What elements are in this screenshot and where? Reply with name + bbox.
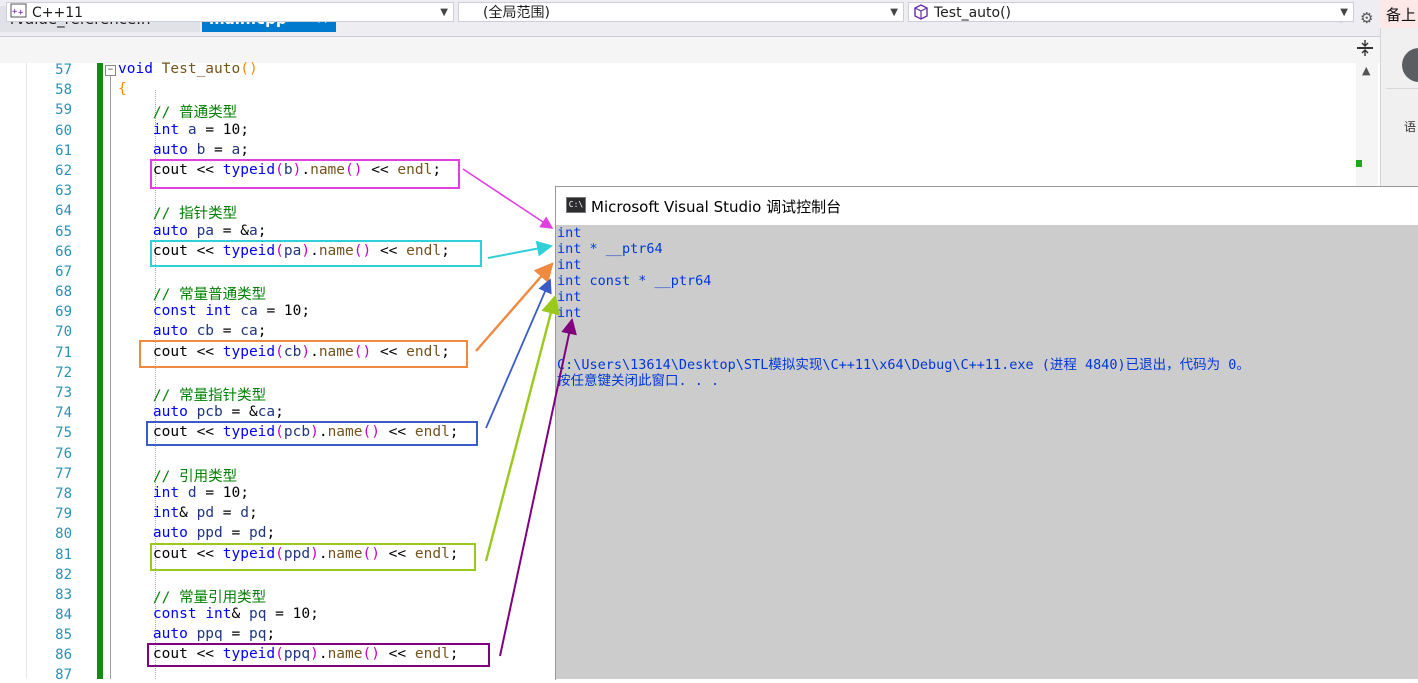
arrow-pa <box>487 240 553 259</box>
annotation-arrows <box>462 168 577 657</box>
arrow-ppd <box>484 294 561 562</box>
arrow-cb <box>475 262 554 352</box>
arrow-b <box>462 168 554 229</box>
